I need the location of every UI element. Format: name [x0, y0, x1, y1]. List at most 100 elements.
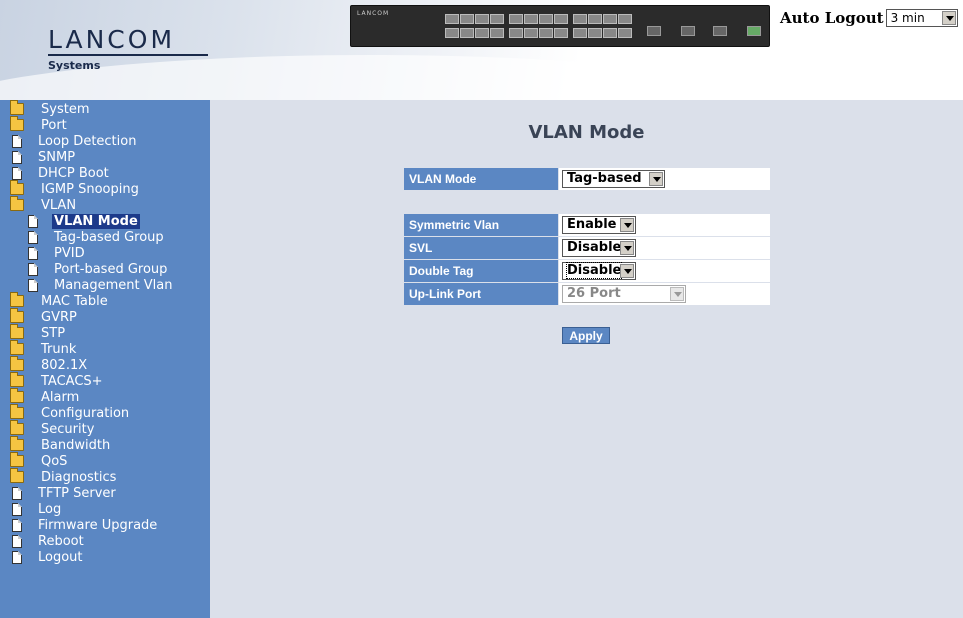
sidebar-item-alarm[interactable]: Alarm	[10, 388, 80, 405]
sidebar-item-label: TFTP Server	[38, 485, 116, 501]
double-tag-label: Double Tag	[404, 260, 558, 282]
sfp-port-icon	[647, 26, 661, 36]
sidebar-item-security[interactable]: Security	[10, 420, 94, 437]
sidebar-item-qos[interactable]: QoS	[10, 452, 67, 469]
ethernet-port-icon	[539, 28, 553, 38]
page-icon	[28, 278, 38, 292]
chevron-down-icon[interactable]	[649, 172, 663, 186]
sfp-port-icon	[681, 26, 695, 36]
sidebar-item-vlan[interactable]: VLAN	[10, 196, 76, 213]
sidebar-item-trunk[interactable]: Trunk	[10, 340, 76, 357]
sidebar-item-port-based-group[interactable]: Port-based Group	[26, 261, 167, 277]
logo-rule	[48, 54, 208, 56]
vlan-mode-label: VLAN Mode	[404, 168, 558, 190]
sidebar-item-configuration[interactable]: Configuration	[10, 404, 130, 421]
sidebar-item-label: Firmware Upgrade	[38, 517, 158, 533]
sidebar-item-label: Port	[41, 117, 67, 133]
vlan-mode-select[interactable]: Tag-based	[562, 170, 665, 188]
ethernet-port-icon	[490, 28, 504, 38]
sidebar-item-label: Logout	[38, 549, 83, 565]
sidebar-item-system[interactable]: System	[10, 100, 89, 117]
sidebar-item-firmware-upgrade[interactable]: Firmware Upgrade	[10, 517, 157, 533]
ethernet-port-icon	[554, 28, 568, 38]
logo-brand: LANCOM	[48, 25, 176, 54]
ethernet-port-icon	[445, 14, 459, 24]
uplink-port-value: 26 Port	[567, 286, 621, 301]
svl-select[interactable]: Disable	[562, 239, 636, 257]
sidebar-item-label: Loop Detection	[38, 133, 137, 149]
sidebar-item-label: Diagnostics	[41, 469, 117, 485]
double-tag-select[interactable]: Disable	[562, 262, 636, 280]
page-icon	[28, 262, 38, 276]
sidebar-item-label: Tag-based Group	[54, 229, 164, 245]
sidebar-item-igmp-snooping[interactable]: IGMP Snooping	[10, 180, 139, 197]
sidebar-item-tftp-server[interactable]: TFTP Server	[10, 485, 116, 501]
sidebar-item-loop-detection[interactable]: Loop Detection	[10, 133, 136, 149]
sidebar-item-label: TACACS+	[41, 373, 103, 389]
symmetric-vlan-select[interactable]: Enable	[562, 216, 636, 234]
folder-icon	[10, 356, 24, 371]
folder-icon	[10, 308, 24, 323]
sidebar-item-vlan-mode[interactable]: VLAN Mode	[26, 213, 140, 229]
sidebar-item-mac-table[interactable]: MAC Table	[10, 292, 108, 309]
folder-icon	[10, 420, 24, 435]
chevron-down-icon[interactable]	[620, 218, 634, 232]
sidebar-item-logout[interactable]: Logout	[10, 549, 83, 565]
chevron-down-icon[interactable]	[620, 241, 634, 255]
auto-logout-select[interactable]: 3 min	[885, 9, 958, 27]
page-icon	[28, 246, 38, 260]
ethernet-port-icon	[573, 14, 587, 24]
chevron-down-icon[interactable]	[620, 264, 634, 278]
page-icon	[12, 534, 22, 548]
switch-device-image: LANCOM	[350, 5, 770, 47]
sidebar-item-label: Alarm	[41, 389, 80, 405]
folder-icon	[10, 372, 24, 387]
sidebar-item-port[interactable]: Port	[10, 116, 67, 133]
svl-value: Disable	[567, 240, 622, 255]
svl-cell: Disable	[559, 237, 770, 259]
sidebar-item-label: DHCP Boot	[38, 165, 109, 181]
chevron-down-icon[interactable]	[941, 11, 956, 25]
page-icon	[12, 550, 22, 564]
ethernet-port-icon	[588, 14, 602, 24]
sidebar-item-stp[interactable]: STP	[10, 324, 65, 341]
header: LANCOM Systems LANCOM Auto Logout 3 min	[0, 0, 963, 100]
sidebar-item-tag-based-group[interactable]: Tag-based Group	[26, 229, 164, 245]
sidebar-item-label: Bandwidth	[41, 437, 111, 453]
sidebar-item-diagnostics[interactable]: Diagnostics	[10, 468, 117, 485]
sidebar-item-label: Log	[38, 501, 62, 517]
sidebar-item-label: Configuration	[41, 405, 130, 421]
sidebar-item-gvrp[interactable]: GVRP	[10, 308, 77, 325]
page-icon	[12, 150, 22, 164]
sidebar-item-label: Port-based Group	[54, 261, 168, 277]
sidebar-item-label: PVID	[54, 245, 85, 261]
sidebar-item-dhcp-boot[interactable]: DHCP Boot	[10, 165, 109, 181]
apply-button[interactable]: Apply	[562, 327, 610, 344]
ethernet-port-icon	[475, 28, 489, 38]
folder-icon	[10, 388, 24, 403]
folder-icon	[10, 100, 24, 115]
sidebar-item-label: Reboot	[38, 533, 84, 549]
folder-icon	[10, 324, 24, 339]
sidebar-item-log[interactable]: Log	[10, 501, 61, 517]
sidebar-item-snmp[interactable]: SNMP	[10, 149, 75, 165]
sfp-port-icon	[713, 26, 727, 36]
lancom-logo: LANCOM Systems	[48, 26, 208, 72]
open-folder-icon	[10, 196, 24, 211]
sidebar-item-tacacs[interactable]: TACACS+	[10, 372, 103, 389]
sidebar-item-pvid[interactable]: PVID	[26, 245, 85, 261]
folder-icon	[10, 292, 24, 307]
svl-label: SVL	[404, 237, 558, 259]
ethernet-port-icon	[524, 14, 538, 24]
sidebar-item-management-vlan[interactable]: Management Vlan	[26, 277, 172, 293]
sidebar-item-bandwidth[interactable]: Bandwidth	[10, 436, 111, 453]
page-icon	[12, 486, 22, 500]
sidebar-item-802-1x[interactable]: 802.1X	[10, 356, 87, 373]
symmetric-vlan-row: Symmetric Vlan Enable	[404, 214, 770, 236]
uplink-port-select[interactable]: 26 Port	[562, 285, 686, 303]
sidebar-item-reboot[interactable]: Reboot	[10, 533, 84, 549]
ethernet-port-icon	[573, 28, 587, 38]
ethernet-port-icon	[475, 14, 489, 24]
sidebar-item-label: Management Vlan	[54, 277, 173, 293]
chevron-down-icon	[670, 287, 684, 301]
